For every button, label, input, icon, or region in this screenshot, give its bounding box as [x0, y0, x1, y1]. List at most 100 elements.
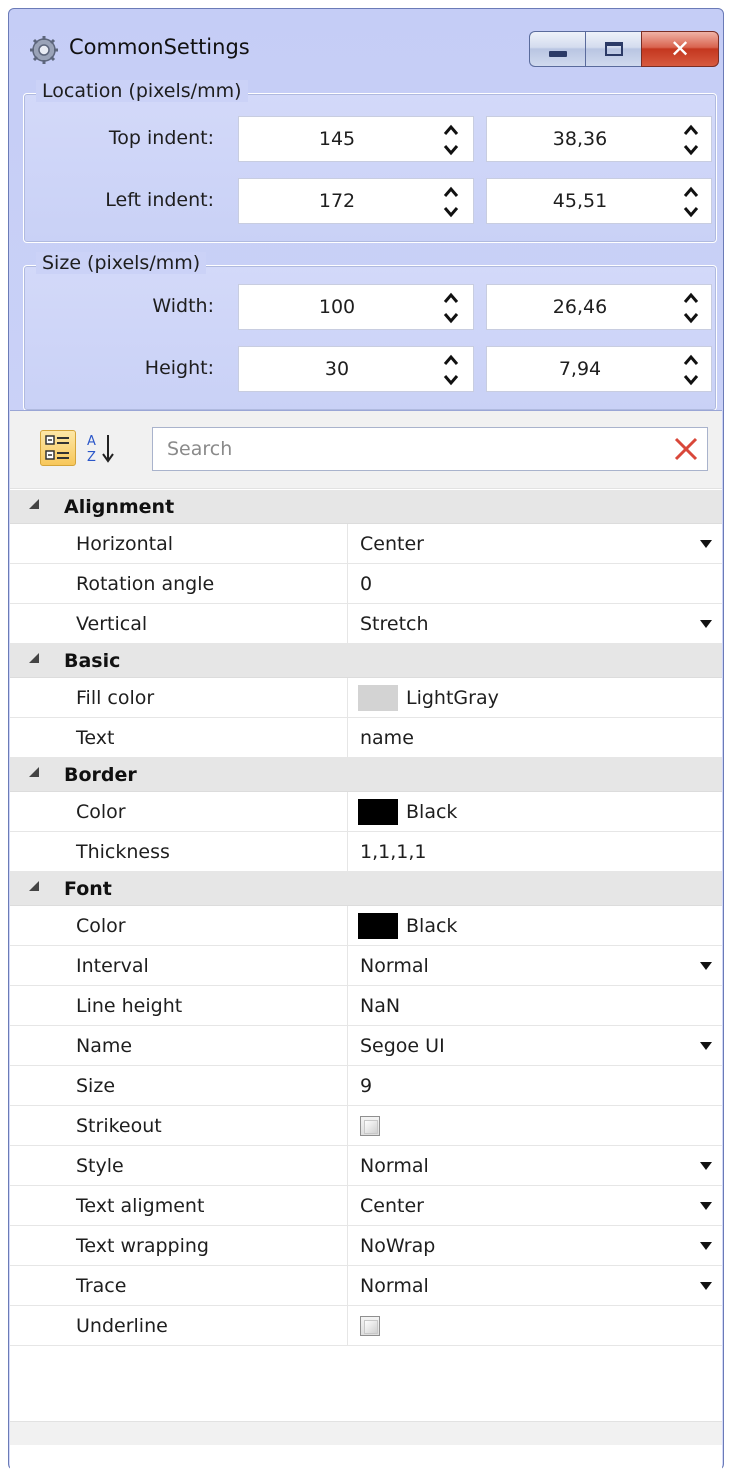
top-indent-mm-value[interactable]: 38,36	[487, 128, 673, 150]
property-value[interactable]: NaN	[360, 995, 400, 1017]
property-name: Color	[76, 915, 126, 937]
minimize-button[interactable]	[529, 31, 585, 67]
collapse-triangle-icon[interactable]	[28, 498, 40, 510]
property-row-size[interactable]: Size 9	[10, 1066, 722, 1106]
close-button[interactable]: ✕	[641, 31, 719, 67]
property-row-line-height[interactable]: Line height NaN	[10, 986, 722, 1026]
sort-alphabetical-icon: A Z	[87, 434, 114, 465]
property-value[interactable]: Center	[360, 533, 424, 555]
property-value[interactable]: Normal	[360, 955, 429, 977]
dropdown-arrow-icon[interactable]	[700, 1042, 712, 1050]
dropdown-arrow-icon[interactable]	[700, 620, 712, 628]
property-name: Horizontal	[76, 533, 174, 555]
spinner-arrows-icon[interactable]	[443, 186, 459, 218]
property-value[interactable]: LightGray	[406, 687, 499, 709]
dropdown-arrow-icon[interactable]	[700, 962, 712, 970]
spinner-arrows-icon[interactable]	[683, 124, 699, 156]
property-value[interactable]: 9	[360, 1075, 372, 1097]
property-value[interactable]: Normal	[360, 1155, 429, 1177]
category-alignment[interactable]: Alignment	[10, 490, 722, 524]
spinner-arrows-icon[interactable]	[443, 124, 459, 156]
property-row-strikeout[interactable]: Strikeout	[10, 1106, 722, 1146]
property-value[interactable]: Stretch	[360, 613, 429, 635]
strikeout-checkbox[interactable]	[360, 1116, 380, 1136]
dropdown-arrow-icon[interactable]	[700, 1202, 712, 1210]
left-indent-label: Left indent:	[105, 189, 214, 211]
property-row-vertical[interactable]: Vertical Stretch	[10, 604, 722, 644]
property-value[interactable]: name	[360, 727, 414, 749]
category-border[interactable]: Border	[10, 758, 722, 792]
left-indent-pixels-spinner[interactable]: 172	[238, 178, 474, 224]
property-value[interactable]: Normal	[360, 1275, 429, 1297]
category-font[interactable]: Font	[10, 872, 722, 906]
dropdown-arrow-icon[interactable]	[700, 1162, 712, 1170]
property-value[interactable]: NoWrap	[360, 1235, 435, 1257]
dropdown-arrow-icon[interactable]	[700, 1242, 712, 1250]
property-value[interactable]: 0	[360, 573, 372, 595]
property-value[interactable]: Black	[406, 915, 457, 937]
clear-search-icon[interactable]	[673, 436, 699, 462]
color-swatch[interactable]	[358, 685, 398, 711]
collapse-triangle-icon[interactable]	[28, 766, 40, 778]
property-value[interactable]: Center	[360, 1195, 424, 1217]
width-mm-spinner[interactable]: 26,46	[486, 284, 712, 330]
column-divider	[347, 906, 348, 946]
property-row-font-color[interactable]: Color Black	[10, 906, 722, 946]
dropdown-arrow-icon[interactable]	[700, 540, 712, 548]
maximize-button[interactable]	[585, 31, 641, 67]
height-pixels-spinner[interactable]: 30	[238, 346, 474, 392]
height-mm-value[interactable]: 7,94	[487, 358, 673, 380]
minimize-icon	[548, 51, 567, 57]
property-row-horizontal[interactable]: Horizontal Center	[10, 524, 722, 564]
spinner-arrows-icon[interactable]	[683, 186, 699, 218]
categorized-view-button[interactable]	[40, 430, 76, 466]
color-swatch[interactable]	[358, 913, 398, 939]
search-input[interactable]	[153, 428, 663, 470]
search-box[interactable]	[152, 427, 708, 471]
property-name: Thickness	[76, 841, 170, 863]
property-row-text-alignment[interactable]: Text aligment Center	[10, 1186, 722, 1226]
title-bar[interactable]: CommonSettings ✕	[9, 9, 725, 79]
height-pixels-value[interactable]: 30	[239, 358, 435, 380]
property-row-rotation-angle[interactable]: Rotation angle 0	[10, 564, 722, 604]
width-pixels-spinner[interactable]: 100	[238, 284, 474, 330]
column-divider	[347, 1306, 348, 1346]
color-swatch[interactable]	[358, 799, 398, 825]
category-name: Basic	[64, 650, 121, 672]
top-indent-pixels-spinner[interactable]: 145	[238, 116, 474, 162]
top-indent-mm-spinner[interactable]: 38,36	[486, 116, 712, 162]
property-row-text[interactable]: Text name	[10, 718, 722, 758]
underline-checkbox[interactable]	[360, 1316, 380, 1336]
property-row-underline[interactable]: Underline	[10, 1306, 722, 1346]
property-row-border-color[interactable]: Color Black	[10, 792, 722, 832]
collapse-triangle-icon[interactable]	[28, 880, 40, 892]
width-mm-value[interactable]: 26,46	[487, 296, 673, 318]
spinner-arrows-icon[interactable]	[683, 292, 699, 324]
spinner-arrows-icon[interactable]	[443, 292, 459, 324]
property-value[interactable]: 1,1,1,1	[360, 841, 426, 863]
spinner-arrows-icon[interactable]	[443, 354, 459, 386]
property-row-thickness[interactable]: Thickness 1,1,1,1	[10, 832, 722, 872]
left-indent-mm-spinner[interactable]: 45,51	[486, 178, 712, 224]
spinner-arrows-icon[interactable]	[683, 354, 699, 386]
property-value[interactable]: Segoe UI	[360, 1035, 445, 1057]
column-divider	[347, 678, 348, 718]
left-indent-mm-value[interactable]: 45,51	[487, 190, 673, 212]
property-row-interval[interactable]: Interval Normal	[10, 946, 722, 986]
dropdown-arrow-icon[interactable]	[700, 1282, 712, 1290]
property-row-style[interactable]: Style Normal	[10, 1146, 722, 1186]
width-pixels-value[interactable]: 100	[239, 296, 435, 318]
property-value[interactable]: Black	[406, 801, 457, 823]
left-indent-pixels-value[interactable]: 172	[239, 190, 435, 212]
sort-alphabetical-button[interactable]: A Z	[84, 430, 120, 466]
top-indent-pixels-value[interactable]: 145	[239, 128, 435, 150]
category-basic[interactable]: Basic	[10, 644, 722, 678]
column-divider	[347, 1266, 348, 1306]
property-name: Fill color	[76, 687, 155, 709]
property-row-fill-color[interactable]: Fill color LightGray	[10, 678, 722, 718]
collapse-triangle-icon[interactable]	[28, 652, 40, 664]
property-row-text-wrapping[interactable]: Text wrapping NoWrap	[10, 1226, 722, 1266]
height-mm-spinner[interactable]: 7,94	[486, 346, 712, 392]
property-row-font-name[interactable]: Name Segoe UI	[10, 1026, 722, 1066]
property-row-trace[interactable]: Trace Normal	[10, 1266, 722, 1306]
